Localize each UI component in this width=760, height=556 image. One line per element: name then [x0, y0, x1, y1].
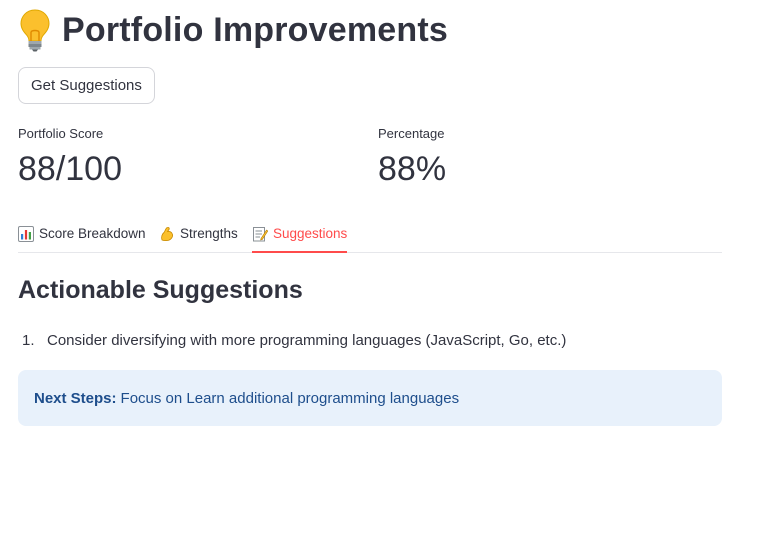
bar-chart-icon: [18, 225, 34, 242]
metric-label: Percentage: [378, 126, 445, 141]
next-steps-info-box: Next Steps: Focus on Learn additional pr…: [18, 370, 722, 426]
list-item-text: Consider diversifying with more programm…: [47, 332, 567, 349]
app-page: Portfolio Improvements Get Suggestions P…: [0, 0, 760, 556]
list-item-number: 1.: [22, 332, 35, 349]
tab-bar: Score Breakdown Strengths Suggestions: [18, 216, 722, 253]
percentage-metric: Percentage 88%: [378, 125, 446, 191]
tab-strengths[interactable]: Strengths: [159, 216, 238, 251]
list-item: 1. Consider diversifying with more progr…: [22, 332, 566, 349]
flexed-biceps-icon: [161, 226, 173, 241]
get-suggestions-button[interactable]: Get Suggestions: [18, 67, 155, 104]
portfolio-score-metric: Portfolio Score 88/100: [18, 125, 122, 191]
next-steps-label: Next Steps:: [34, 389, 117, 407]
memo-icon: [253, 226, 268, 241]
lightbulb-icon: [20, 9, 50, 52]
section-heading: Actionable Suggestions: [18, 276, 303, 304]
metric-value: 88%: [378, 150, 447, 188]
page-header: Portfolio Improvements: [18, 8, 448, 52]
tab-label: Strengths: [180, 226, 238, 241]
tab-score-breakdown[interactable]: Score Breakdown: [18, 216, 146, 251]
metric-value: 88/100: [18, 150, 122, 188]
page-title: Portfolio Improvements: [62, 10, 449, 49]
tab-label: Score Breakdown: [39, 226, 146, 241]
metric-label: Portfolio Score: [18, 126, 104, 141]
tab-label: Suggestions: [273, 226, 348, 241]
next-steps-text: Focus on Learn additional programming la…: [120, 389, 460, 407]
tab-suggestions[interactable]: Suggestions: [252, 216, 348, 253]
